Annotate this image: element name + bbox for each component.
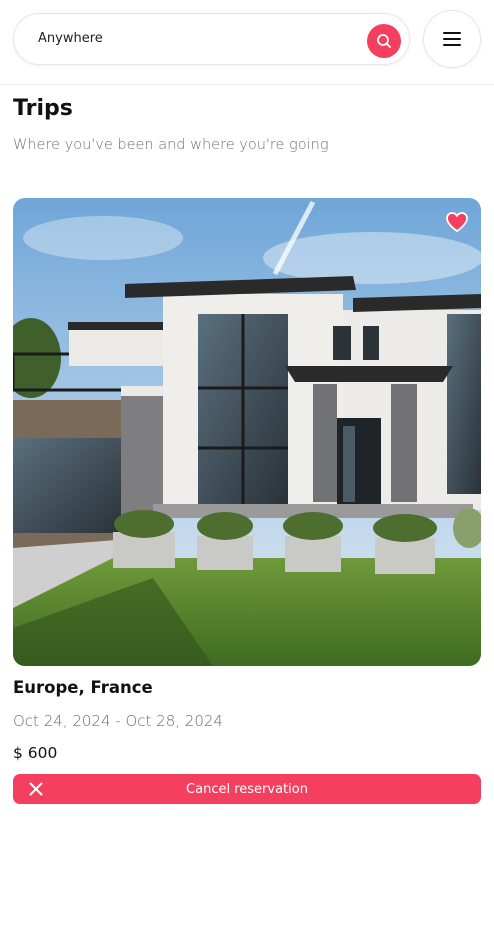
cancel-reservation-label: Cancel reservation (186, 781, 308, 797)
trip-listing-image[interactable] (13, 198, 481, 666)
cancel-reservation-button[interactable]: Cancel reservation (13, 774, 481, 804)
trip-dates: Oct 24, 2024 - Oct 28, 2024 (13, 712, 223, 730)
search-location-text[interactable]: Anywhere (38, 31, 103, 46)
top-header: Anywhere (0, 0, 494, 85)
page-title: Trips (13, 96, 73, 121)
search-icon (377, 34, 391, 48)
menu-button[interactable] (423, 10, 481, 68)
close-icon (29, 782, 43, 796)
trip-price: $ 600 (13, 744, 58, 762)
search-bar[interactable]: Anywhere (13, 13, 410, 65)
search-button[interactable] (367, 24, 401, 58)
modern-house-photo (13, 198, 481, 666)
heart-icon[interactable] (445, 210, 469, 234)
hamburger-menu-icon (443, 32, 461, 46)
trip-location: Europe, France (13, 678, 153, 697)
page-subtitle: Where you've been and where you're going (13, 137, 329, 153)
